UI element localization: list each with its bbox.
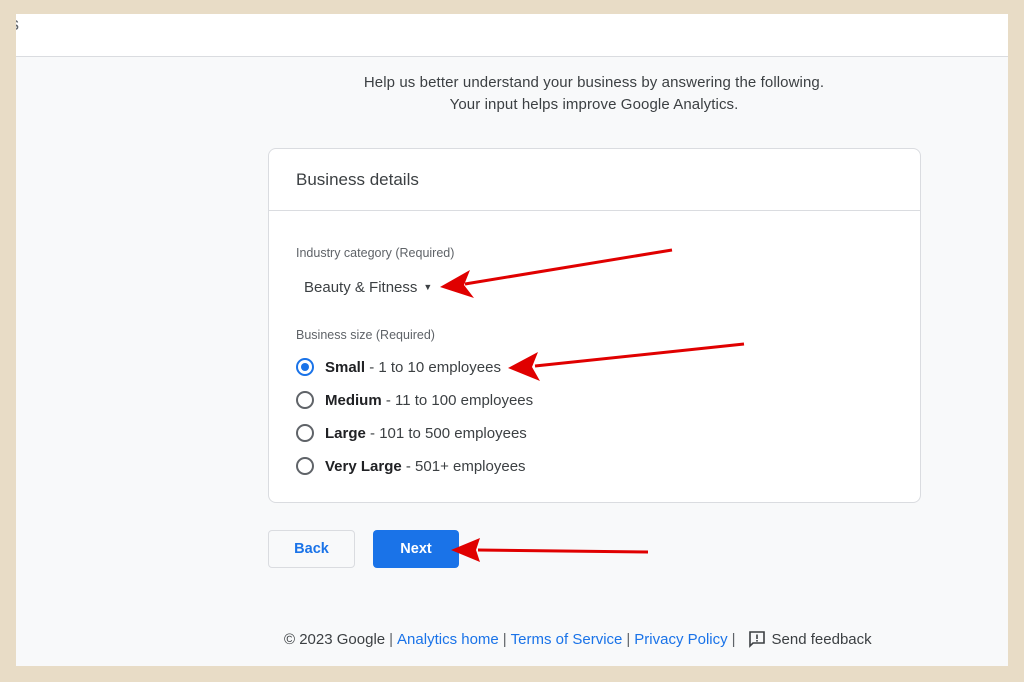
- business-details-card: Business details Industry category (Requ…: [268, 148, 921, 503]
- footer-separator: |: [502, 630, 507, 648]
- send-feedback-button[interactable]: Send feedback: [748, 630, 872, 648]
- card-header: Business details: [269, 149, 920, 211]
- size-option-small[interactable]: Small - 1 to 10 employees: [296, 355, 501, 379]
- footer-separator: |: [389, 630, 394, 648]
- size-option-label: Very Large - 501+ employees: [325, 457, 526, 475]
- footer-separator: |: [626, 630, 631, 648]
- feedback-icon: [748, 631, 765, 648]
- radio-button[interactable]: [296, 457, 314, 475]
- terms-of-service-link[interactable]: Terms of Service: [511, 631, 623, 648]
- footer: © 2023 Google | Analytics home | Terms o…: [284, 628, 872, 650]
- analytics-setup-screen: s Help us better understand your busines…: [16, 14, 1008, 666]
- size-option-label: Large - 101 to 500 employees: [325, 424, 527, 442]
- industry-category-dropdown[interactable]: Beauty & Fitness ▼: [296, 273, 440, 301]
- industry-category-label: Industry category (Required): [296, 246, 455, 260]
- size-option-label: Medium - 11 to 100 employees: [325, 391, 534, 409]
- radio-button[interactable]: [296, 391, 314, 409]
- business-size-label: Business size (Required): [296, 328, 435, 342]
- size-option-very-large[interactable]: Very Large - 501+ employees: [296, 454, 526, 478]
- card-title: Business details: [296, 170, 419, 189]
- size-option-medium[interactable]: Medium - 11 to 100 employees: [296, 388, 533, 412]
- top-bar-partial-title: s: [16, 14, 19, 35]
- footer-separator: |: [731, 630, 736, 648]
- intro-line-2: Your input helps improve Google Analytic…: [449, 96, 739, 113]
- radio-button-checked[interactable]: [296, 358, 314, 376]
- radio-button[interactable]: [296, 424, 314, 442]
- analytics-home-link[interactable]: Analytics home: [397, 631, 499, 648]
- industry-category-value: Beauty & Fitness: [304, 278, 418, 296]
- send-feedback-label: Send feedback: [771, 630, 872, 648]
- top-bar: s: [16, 14, 1008, 57]
- caret-down-icon: ▼: [423, 282, 433, 292]
- privacy-policy-link[interactable]: Privacy Policy: [634, 631, 727, 648]
- intro-line-1: Help us better understand your business …: [363, 74, 825, 91]
- size-option-large[interactable]: Large - 101 to 500 employees: [296, 421, 527, 445]
- size-option-label: Small - 1 to 10 employees: [325, 358, 501, 376]
- intro-text: Help us better understand your business …: [268, 72, 920, 116]
- back-button[interactable]: Back: [268, 530, 355, 568]
- copyright-text: © 2023 Google: [284, 630, 386, 648]
- next-button[interactable]: Next: [373, 530, 459, 568]
